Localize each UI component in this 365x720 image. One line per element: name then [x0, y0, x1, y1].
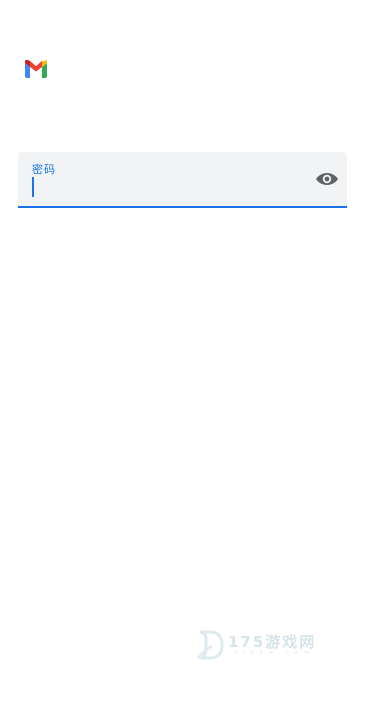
watermark-subtext: xtyxw.com	[234, 650, 315, 656]
field-underline	[18, 206, 347, 208]
gmail-logo-icon	[25, 60, 47, 78]
password-label: 密码	[32, 163, 56, 176]
watermark-logo-icon	[197, 630, 224, 660]
eye-icon	[316, 173, 338, 185]
show-password-toggle[interactable]	[315, 168, 339, 190]
password-page: 密码 175游戏网 xtyxw.com	[0, 0, 365, 720]
watermark: 175游戏网 xtyxw.com	[196, 628, 326, 662]
text-cursor	[32, 177, 34, 197]
password-field[interactable]: 密码	[18, 152, 347, 208]
watermark-text: 175游戏网	[228, 633, 317, 651]
